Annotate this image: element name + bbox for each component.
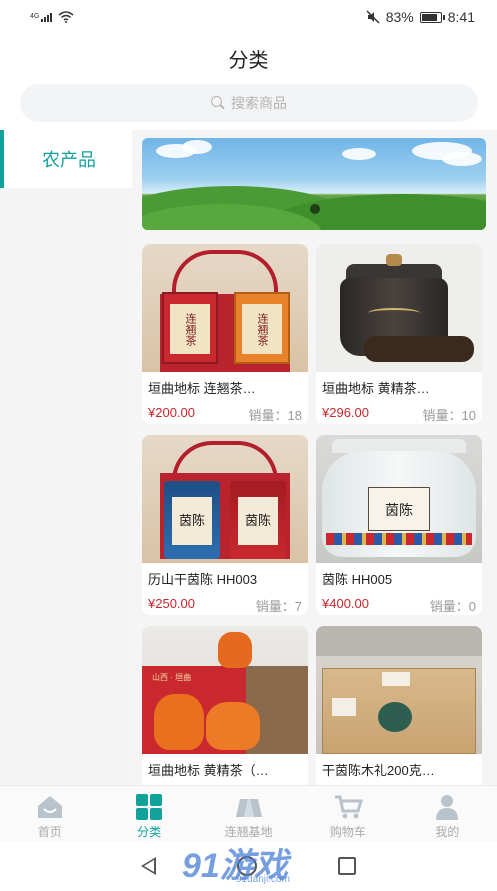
product-card[interactable]: 垣曲地标 黄精茶… ¥296.00 销量：10 xyxy=(316,244,482,424)
product-card[interactable]: 茵陈 茵陈 HH005 ¥400.00 销量：0 xyxy=(316,435,482,615)
tab-label: 分类 xyxy=(137,825,162,839)
status-left: 4G xyxy=(30,11,74,23)
cart-icon xyxy=(334,795,363,819)
product-card[interactable]: 干茵陈木礼200克… xyxy=(316,626,482,785)
tab-category[interactable]: 分类 xyxy=(99,786,198,841)
product-name: 垣曲地标 黄精茶… xyxy=(322,381,430,396)
banner-image[interactable] xyxy=(142,138,486,230)
search-input[interactable]: 搜索商品 xyxy=(20,84,478,122)
network-type: 4G xyxy=(30,12,40,20)
bottom-tab-bar: 首页 分类 连翘基地 购物车 我的 xyxy=(0,785,497,841)
product-image xyxy=(316,244,482,372)
box-label: 连翘茶 xyxy=(242,304,282,354)
product-name: 茵陈 HH005 xyxy=(322,572,393,587)
product-image: 山西 · 垣曲 xyxy=(142,626,308,754)
jar-label: 茵陈 xyxy=(368,487,430,531)
battery-percent: 83% xyxy=(385,9,414,25)
sidebar-item-label: 农产品 xyxy=(42,150,96,170)
home-icon xyxy=(37,796,62,818)
product-sales: 销量：0 xyxy=(429,599,476,614)
product-price: ¥296.00 xyxy=(322,405,369,420)
battery-icon xyxy=(419,11,445,23)
product-card[interactable]: 连翘茶 连翘茶 垣曲地标 连翘茶… ¥200.00 销量：18 xyxy=(142,244,308,424)
recent-apps-icon[interactable] xyxy=(338,857,357,875)
tab-cart[interactable]: 购物车 xyxy=(298,786,397,841)
mute-icon xyxy=(366,10,380,24)
home-button-icon[interactable] xyxy=(236,856,257,876)
tab-profile[interactable]: 我的 xyxy=(398,786,497,841)
box-text: 山西 · 垣曲 xyxy=(152,673,192,682)
sidebar-item-agricultural[interactable]: 农产品 xyxy=(0,130,132,188)
tab-label: 连翘基地 xyxy=(224,825,273,839)
category-grid-icon xyxy=(136,794,163,820)
tab-label: 购物车 xyxy=(329,825,366,839)
product-price: ¥250.00 xyxy=(148,596,195,611)
clock: 8:41 xyxy=(447,9,475,25)
search-icon xyxy=(211,96,225,110)
signal-icon: 4G xyxy=(30,12,53,22)
tab-label: 首页 xyxy=(37,825,62,839)
status-bar: 4G 83% 8:41 xyxy=(0,0,497,34)
product-card[interactable]: 山西 · 垣曲 垣曲地标 黄精茶（… xyxy=(142,626,308,785)
product-card[interactable]: 茵陈 茵陈 历山干茵陈 HH003 ¥250.00 销量：7 xyxy=(142,435,308,615)
tab-label: 我的 xyxy=(435,825,460,839)
product-sales: 销量：10 xyxy=(422,408,476,423)
base-icon xyxy=(235,799,262,817)
product-sales: 销量：7 xyxy=(255,599,302,614)
tab-home[interactable]: 首页 xyxy=(0,786,99,841)
status-right: 83% 8:41 xyxy=(366,9,475,25)
search-placeholder: 搜索商品 xyxy=(231,95,287,111)
tab-base[interactable]: 连翘基地 xyxy=(199,786,298,841)
box-label: 连翘茶 xyxy=(170,304,210,354)
can-label: 茵陈 xyxy=(238,497,278,545)
product-price: ¥200.00 xyxy=(148,405,195,420)
product-name: 历山干茵陈 HH003 xyxy=(148,572,258,587)
product-area: 连翘茶 连翘茶 垣曲地标 连翘茶… ¥200.00 销量：18 垣曲地标 黄精茶… xyxy=(132,130,497,785)
product-image: 茵陈 xyxy=(316,435,482,563)
category-sidebar: 农产品 xyxy=(0,130,132,785)
product-price: ¥400.00 xyxy=(322,596,369,611)
product-image: 连翘茶 连翘茶 xyxy=(142,244,308,372)
product-image: 茵陈 茵陈 xyxy=(142,435,308,563)
product-image xyxy=(316,626,482,754)
profile-icon xyxy=(436,795,459,820)
product-name: 干茵陈木礼200克… xyxy=(322,763,435,778)
page-title: 分类 xyxy=(228,50,269,72)
product-name: 垣曲地标 连翘茶… xyxy=(148,381,256,396)
wifi-icon xyxy=(58,11,74,23)
system-nav-bar xyxy=(0,841,497,891)
can-label: 茵陈 xyxy=(172,497,212,545)
product-sales: 销量：18 xyxy=(248,408,302,423)
product-name: 垣曲地标 黄精茶（… xyxy=(148,763,269,778)
back-icon[interactable] xyxy=(140,857,156,875)
